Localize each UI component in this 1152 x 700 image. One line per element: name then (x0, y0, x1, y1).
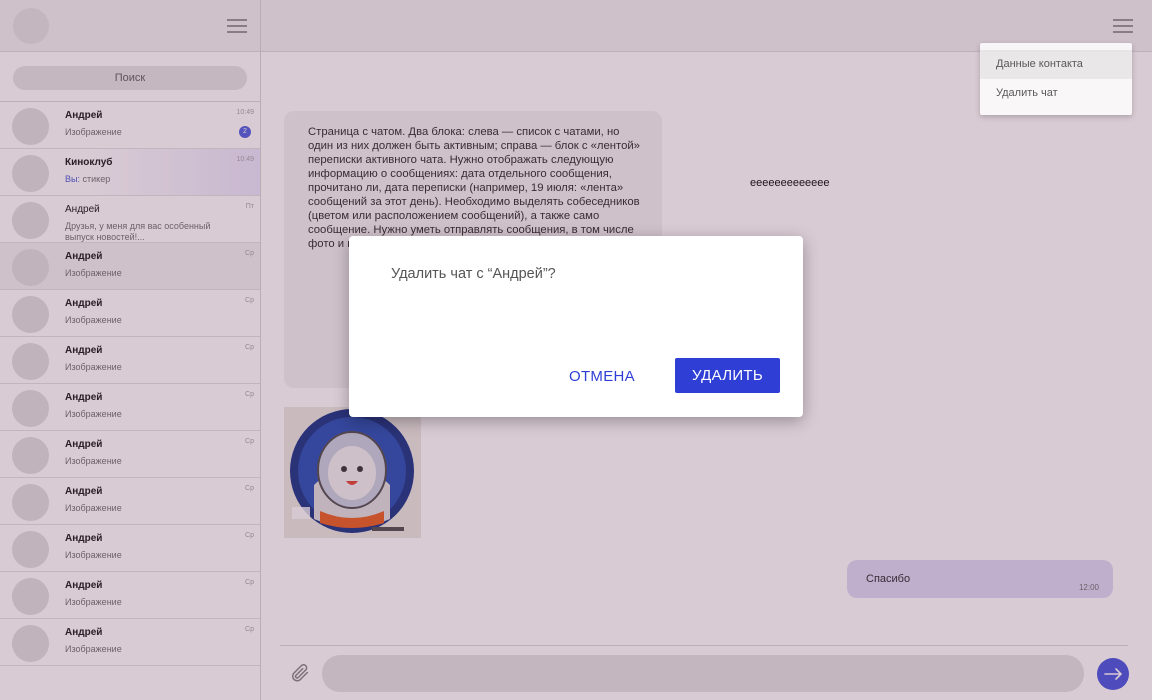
delete-button[interactable]: УДАЛИТЬ (675, 358, 780, 393)
menu-item-delete-chat[interactable]: Удалить чат (980, 79, 1132, 108)
context-menu: Данные контакта Удалить чат (980, 43, 1132, 115)
delete-chat-dialog: Удалить чат с “Андрей”? ОТМЕНА УДАЛИТЬ (349, 236, 803, 417)
dialog-question: Удалить чат с “Андрей”? (391, 266, 556, 282)
cancel-button[interactable]: ОТМЕНА (559, 364, 645, 390)
menu-item-contact-info[interactable]: Данные контакта (980, 50, 1132, 79)
